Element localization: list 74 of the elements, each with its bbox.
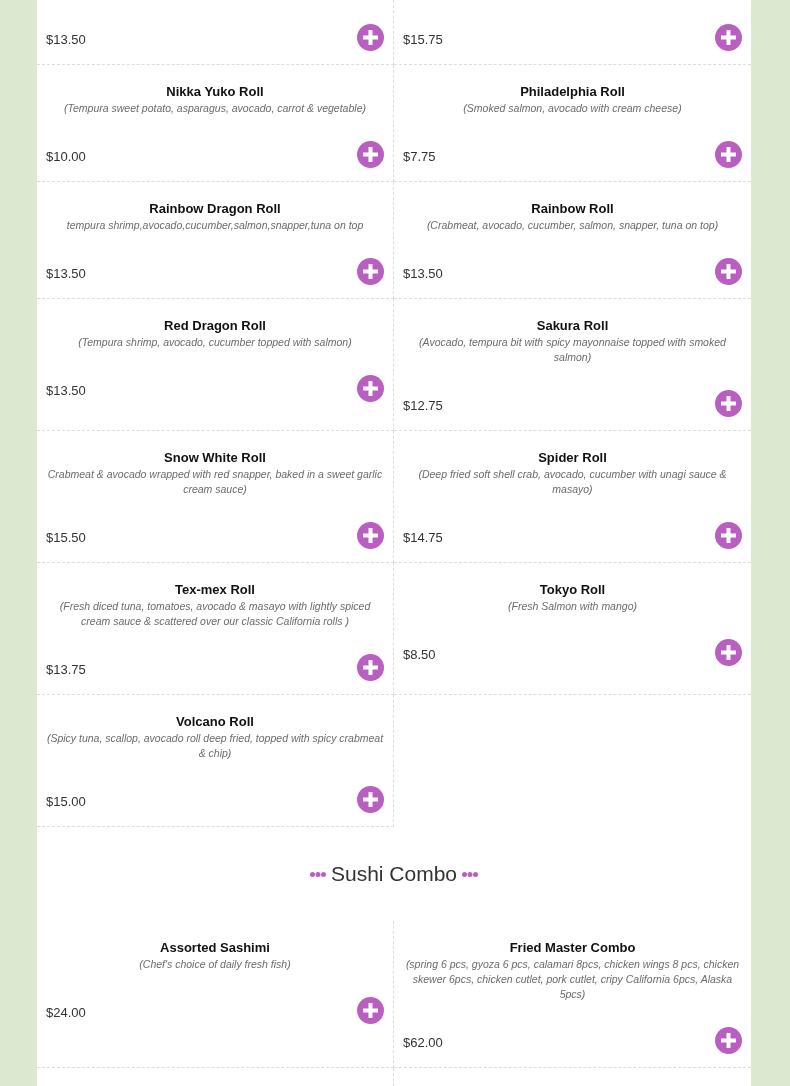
section-title: Sushi Combo: [330, 862, 458, 886]
dish-description: (Fresh Salmon with mango): [507, 599, 638, 614]
dish-description: (Tempura sweet potato, asparagus, avocado, carrot & vegetable): [63, 101, 367, 116]
add-button[interactable]: [357, 997, 384, 1024]
add-button[interactable]: [715, 1027, 742, 1054]
add-button[interactable]: [357, 522, 384, 549]
dish-description: (Spicy tuna, scallop, avocado roll deep fried, topped with spicy crabmeat & chip): [46, 731, 384, 761]
add-button[interactable]: [357, 258, 384, 285]
dish-name: Snow White Roll: [163, 449, 267, 467]
add-button[interactable]: [715, 141, 742, 168]
plus-icon: [721, 528, 736, 543]
dish-price: $7.75: [403, 147, 436, 166]
add-button[interactable]: [357, 24, 384, 51]
dots-icon: [309, 871, 326, 877]
dish-price: $13.50: [403, 264, 443, 283]
plus-icon: [363, 147, 378, 162]
dots-icon: [462, 871, 479, 877]
dish-price: $8.50: [403, 645, 436, 664]
dish-name: Tokyo Roll: [538, 581, 607, 599]
plus-icon: [363, 792, 378, 807]
dish-name: Tex-mex Roll: [174, 581, 256, 599]
plus-icon: [363, 660, 378, 675]
dish-price: $13.75: [46, 660, 86, 679]
plus-icon: [721, 1033, 736, 1048]
dish-name: Sakura Roll: [535, 317, 610, 335]
dish-name: Assorted Sashimi: [159, 939, 271, 957]
dish-price: $13.50: [46, 381, 86, 400]
dish-price: $62.00: [403, 1033, 443, 1052]
dish-description: (Smoked salmon, avocado with cream cheese): [462, 101, 683, 116]
dish-price: $24.00: [46, 1003, 86, 1022]
plus-icon: [721, 264, 736, 279]
dish-price: $12.75: [403, 396, 443, 415]
plus-icon: [721, 147, 736, 162]
dish-price: $15.75: [403, 30, 443, 49]
add-button[interactable]: [715, 390, 742, 417]
dish-description: Crabmeat & avocado wrapped with red snapper, baked in a sweet garlic cream sauce): [46, 467, 384, 497]
add-button[interactable]: [715, 522, 742, 549]
dish-price: $14.75: [403, 528, 443, 547]
plus-icon: [721, 30, 736, 45]
dish-price: $15.50: [46, 528, 86, 547]
dish-description: (Crabmeat, avocado, cucumber, salmon, snapper, tuna on top): [425, 218, 720, 233]
dish-price: $15.00: [46, 792, 86, 811]
dish-description: (Chef's choice of daily fresh fish): [138, 957, 292, 972]
plus-icon: [363, 1003, 378, 1018]
add-button[interactable]: [357, 654, 384, 681]
dish-name: Rainbow Roll: [530, 200, 615, 218]
dish-price: $10.00: [46, 147, 86, 166]
dish-description: tempura shrimp,avocado,cucumber,salmon,snapper,tuna on top: [65, 218, 365, 233]
dish-price: $13.50: [46, 30, 86, 49]
dish-name: Philadelphia Roll: [519, 83, 626, 101]
dish-name: Spider Roll: [537, 449, 608, 467]
dish-name: Red Dragon Roll: [163, 317, 267, 335]
add-button[interactable]: [357, 375, 384, 402]
dish-name: Nikka Yuko Roll: [165, 83, 265, 101]
dish-description: (spring 6 pcs, gyoza 6 pcs, calamari 8pcs, chicken wings 8 pcs, chicken skewer 6pcs, chicken cutlet, pork cutlet, cripy California 6pcs, Alaska 5pcs): [404, 957, 741, 1002]
dish-price: $13.50: [46, 264, 86, 283]
dish-description: (Deep fried soft shell crab, avocado, cucumber with unagi sauce & masayo): [417, 467, 728, 497]
dish-description: (Fresh diced tuna, tomatoes, avocado & masayo with lightly spiced cream sauce & scattered over our classic California rolls ): [58, 599, 372, 629]
plus-icon: [363, 381, 378, 396]
dish-description: (Avocado, tempura bit with spicy mayonnaise topped with smoked salmon): [418, 335, 727, 365]
add-button[interactable]: [715, 258, 742, 285]
plus-icon: [721, 396, 736, 411]
add-button[interactable]: [715, 639, 742, 666]
add-button[interactable]: [357, 141, 384, 168]
dish-name: Fried Master Combo: [508, 939, 637, 957]
plus-icon: [363, 528, 378, 543]
plus-icon: [363, 30, 378, 45]
dish-description: (Tempura shrimp, avocado, cucumber topped with salmon): [77, 335, 353, 350]
dish-name: Rainbow Dragon Roll: [148, 200, 282, 218]
add-button[interactable]: [715, 24, 742, 51]
plus-icon: [721, 645, 736, 660]
plus-icon: [363, 264, 378, 279]
add-button[interactable]: [357, 786, 384, 813]
dish-name: Volcano Roll: [175, 713, 255, 731]
